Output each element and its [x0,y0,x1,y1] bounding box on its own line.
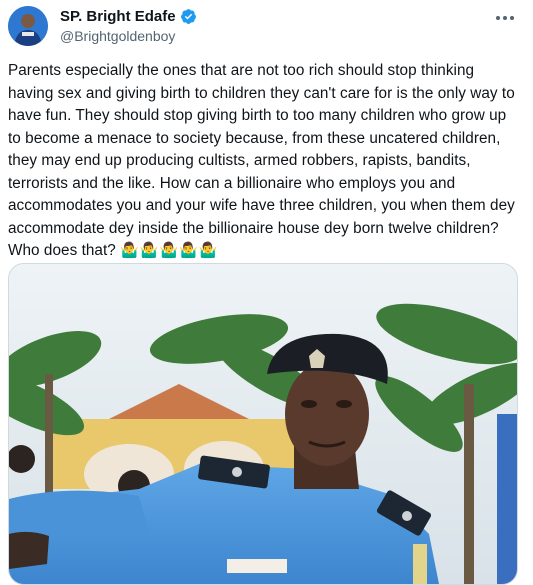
author-handle[interactable]: @Brightgoldenboy [60,28,175,44]
author-display-name[interactable]: SP. Bright Edafe [60,8,176,25]
tweet-text: Parents especially the ones that are not… [8,60,518,263]
avatar-image [8,6,48,46]
police-officer-photo [9,264,517,584]
shrug-emojis: 🤷‍♂️🤷‍♂️🤷‍♂️🤷‍♂️🤷‍♂️ [120,242,219,259]
author-name[interactable]: SP. Bright Edafe [60,8,197,25]
more-options-icon[interactable] [493,8,517,28]
avatar[interactable] [8,6,48,46]
tweet-body: Parents especially the ones that are not… [8,62,520,259]
tweet-media[interactable] [8,263,518,585]
verified-badge-icon [180,9,196,24]
